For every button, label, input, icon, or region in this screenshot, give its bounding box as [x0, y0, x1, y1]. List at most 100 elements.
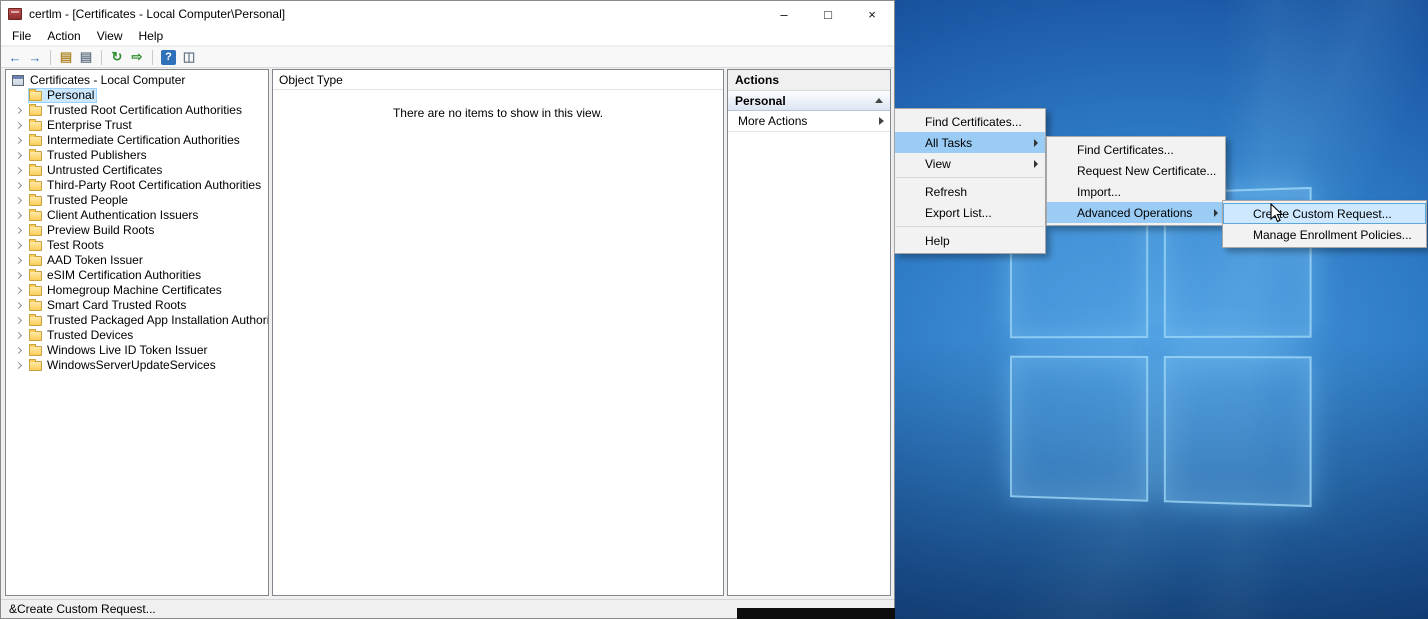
menu-item-label: Import...: [1077, 185, 1121, 199]
tree-item-label: Third-Party Root Certification Authoriti…: [47, 178, 261, 193]
menu-bar: FileActionViewHelp: [1, 27, 894, 46]
tree-item-label: Homegroup Machine Certificates: [47, 283, 222, 298]
chevron-right-icon[interactable]: [15, 212, 22, 219]
tree-item-label: Test Roots: [47, 238, 104, 253]
menubar-file[interactable]: File: [4, 27, 39, 45]
menu-item-find-certificates[interactable]: Find Certificates...: [1047, 139, 1225, 160]
menu-item-help[interactable]: Help: [895, 230, 1045, 251]
chevron-right-icon[interactable]: [15, 107, 22, 114]
console-icon: [12, 75, 24, 86]
tree-item-preview-build-roots[interactable]: Preview Build Roots: [6, 223, 268, 238]
menubar-view[interactable]: View: [89, 27, 131, 45]
tree-item-label: Windows Live ID Token Issuer: [47, 343, 208, 358]
menu-item-refresh[interactable]: Refresh: [895, 181, 1045, 202]
actions-section-label: Personal: [735, 94, 786, 108]
chevron-right-icon[interactable]: [15, 242, 22, 249]
folder-icon: [29, 181, 42, 191]
column-header-object-type[interactable]: Object Type: [273, 70, 723, 90]
mouse-cursor: [1270, 203, 1286, 225]
chevron-right-icon[interactable]: [15, 152, 22, 159]
folder-icon: [29, 166, 42, 176]
menu-item-create-custom-request[interactable]: Create Custom Request...: [1223, 203, 1426, 224]
menu-item-import[interactable]: Import...: [1047, 181, 1225, 202]
menu-item-advanced-operations[interactable]: Advanced Operations: [1047, 202, 1225, 223]
tree-item-test-roots[interactable]: Test Roots: [6, 238, 268, 253]
show-action-pane-icon[interactable]: ◫: [180, 48, 198, 66]
back-icon[interactable]: ←: [6, 48, 24, 66]
forward-icon[interactable]: →: [26, 48, 44, 66]
tree-item-personal[interactable]: Personal: [6, 88, 268, 103]
folder-icon: [29, 316, 42, 326]
chevron-right-icon[interactable]: [15, 272, 22, 279]
tree-item-label: AAD Token Issuer: [47, 253, 143, 268]
tree-item-enterprise-trust[interactable]: Enterprise Trust: [6, 118, 268, 133]
chevron-right-icon[interactable]: [15, 302, 22, 309]
menu-item-manage-enrollment-policies[interactable]: Manage Enrollment Policies...: [1223, 224, 1426, 245]
menu-item-view[interactable]: View: [895, 153, 1045, 174]
submenu-arrow-icon: [1034, 139, 1038, 147]
collapse-arrow-icon[interactable]: [875, 98, 883, 103]
column-header-label: Object Type: [279, 73, 343, 87]
tree-root-label: Certificates - Local Computer: [30, 73, 185, 88]
menu-item-find-certificates[interactable]: Find Certificates...: [895, 111, 1045, 132]
more-actions-label: More Actions: [738, 114, 807, 128]
tree-item-intermediate-certification-authorities[interactable]: Intermediate Certification Authorities: [6, 133, 268, 148]
refresh-icon[interactable]: ↻: [108, 48, 126, 66]
tree-item-third-party-root-certification-authorities[interactable]: Third-Party Root Certification Authoriti…: [6, 178, 268, 193]
actions-section-personal[interactable]: Personal: [728, 91, 890, 111]
chevron-right-icon[interactable]: [15, 182, 22, 189]
chevron-right-icon[interactable]: [15, 347, 22, 354]
more-actions-item[interactable]: More Actions: [728, 111, 890, 132]
folder-icon: [29, 241, 42, 251]
tree-item-windows-live-id-token-issuer[interactable]: Windows Live ID Token Issuer: [6, 343, 268, 358]
tree-item-homegroup-machine-certificates[interactable]: Homegroup Machine Certificates: [6, 283, 268, 298]
toolbar: ←→ ▤▤ ↻⇨? ◫: [1, 46, 894, 68]
chevron-right-icon[interactable]: [15, 287, 22, 294]
menu-item-all-tasks[interactable]: All Tasks: [895, 132, 1045, 153]
show-console-tree-icon[interactable]: ▤: [57, 48, 75, 66]
chevron-right-icon[interactable]: [15, 257, 22, 264]
menubar-action[interactable]: Action: [39, 27, 88, 45]
actions-pane-title: Actions: [728, 70, 890, 91]
tree-item-label: Smart Card Trusted Roots: [47, 298, 186, 313]
windows-logo-pane: [1164, 356, 1312, 507]
tree-item-trusted-people[interactable]: Trusted People: [6, 193, 268, 208]
more-actions-arrow-icon: [879, 117, 884, 125]
tree-item-label: Untrusted Certificates: [47, 163, 162, 178]
tree-item-smart-card-trusted-roots[interactable]: Smart Card Trusted Roots: [6, 298, 268, 313]
tree-item-trusted-publishers[interactable]: Trusted Publishers: [6, 148, 268, 163]
chevron-right-icon[interactable]: [15, 332, 22, 339]
folder-icon: [29, 331, 42, 341]
menu-item-request-new-certificate[interactable]: Request New Certificate...: [1047, 160, 1225, 181]
chevron-right-icon[interactable]: [15, 167, 22, 174]
export-list-icon[interactable]: ⇨: [128, 48, 146, 66]
folder-icon: [29, 136, 42, 146]
tree-item-esim-certification-authorities[interactable]: eSIM Certification Authorities: [6, 268, 268, 283]
titlebar[interactable]: certlm - [Certificates - Local Computer\…: [1, 1, 894, 27]
help-icon[interactable]: ?: [161, 50, 176, 65]
tree-item-untrusted-certificates[interactable]: Untrusted Certificates: [6, 163, 268, 178]
advanced-operations-submenu: Create Custom Request...Manage Enrollmen…: [1222, 200, 1427, 248]
status-text: &Create Custom Request...: [9, 602, 156, 616]
chevron-right-icon[interactable]: [15, 362, 22, 369]
tree-item-trusted-packaged-app-installation-authorities[interactable]: Trusted Packaged App Installation Author…: [6, 313, 268, 328]
tree-item-trusted-devices[interactable]: Trusted Devices: [6, 328, 268, 343]
folder-icon: [29, 271, 42, 281]
tree-root-certificates-local-computer[interactable]: Certificates - Local Computer: [6, 73, 268, 88]
maximize-button[interactable]: □: [806, 1, 850, 27]
chevron-right-icon[interactable]: [15, 137, 22, 144]
chevron-right-icon[interactable]: [15, 197, 22, 204]
tree-item-aad-token-issuer[interactable]: AAD Token Issuer: [6, 253, 268, 268]
menubar-help[interactable]: Help: [131, 27, 172, 45]
chevron-right-icon[interactable]: [15, 317, 22, 324]
chevron-right-icon[interactable]: [15, 122, 22, 129]
minimize-button[interactable]: –: [762, 1, 806, 27]
chevron-right-icon[interactable]: [15, 227, 22, 234]
close-button[interactable]: ×: [850, 1, 894, 27]
tree-item-windowsserverupdateservices[interactable]: WindowsServerUpdateServices: [6, 358, 268, 373]
tree-item-client-authentication-issuers[interactable]: Client Authentication Issuers: [6, 208, 268, 223]
properties-icon[interactable]: ▤: [77, 48, 95, 66]
menu-item-export-list[interactable]: Export List...: [895, 202, 1045, 223]
console-tree-pane: Certificates - Local Computer PersonalTr…: [5, 69, 269, 596]
tree-item-trusted-root-certification-authorities[interactable]: Trusted Root Certification Authorities: [6, 103, 268, 118]
